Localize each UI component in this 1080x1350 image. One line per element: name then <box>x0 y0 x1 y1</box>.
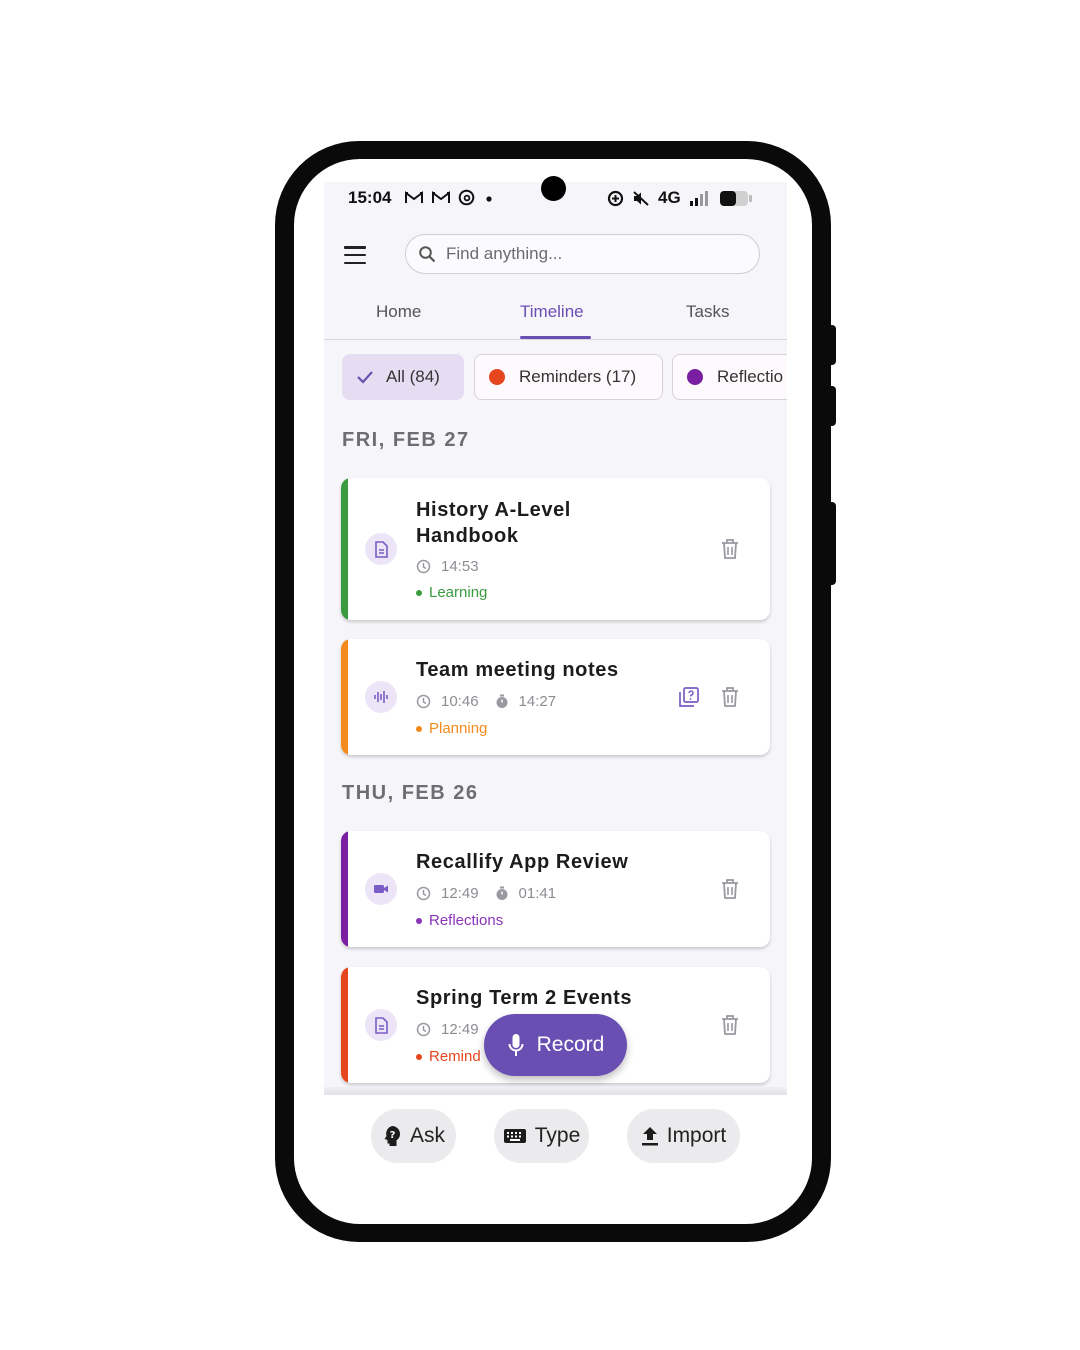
gmail-icon <box>432 191 450 203</box>
entry-duration: 14:27 <box>518 693 557 710</box>
list-bottom-edge <box>324 1087 787 1095</box>
category-accent-bar <box>341 478 348 620</box>
battery-icon <box>719 190 752 206</box>
video-camera-icon <box>365 873 397 905</box>
filter-chip-reflections[interactable]: Reflectio <box>672 354 787 400</box>
keyboard-icon <box>503 1128 527 1144</box>
entry-meta: 10:46 14:27 <box>416 693 556 710</box>
entry-category-tag: Planning <box>416 720 487 737</box>
upload-icon <box>641 1126 659 1146</box>
entry-meta: 14:53 <box>416 558 479 575</box>
entry-category-tag: Remind <box>416 1048 481 1065</box>
svg-text:?: ? <box>390 1130 396 1141</box>
menu-icon[interactable] <box>344 246 366 264</box>
date-heading: THU, FEB 26 <box>342 782 479 804</box>
network-type-label: 4G <box>658 188 681 207</box>
tab-home[interactable]: Home <box>376 302 421 322</box>
filter-chip-all[interactable]: All (84) <box>342 354 464 400</box>
ask-icon: ? <box>382 1125 402 1147</box>
check-icon <box>357 371 373 384</box>
tab-timeline[interactable]: Timeline <box>520 302 584 322</box>
entry-duration: 01:41 <box>518 885 557 902</box>
tab-tasks[interactable]: Tasks <box>686 302 729 322</box>
filter-chip-label: Reminders (17) <box>519 367 637 386</box>
app-content: 15:04 4G Home Timeline Tasks <box>324 182 787 1095</box>
filter-chip-label: All (84) <box>386 367 440 386</box>
entry-title: History A-Level Handbook <box>416 499 571 547</box>
audio-waveform-icon <box>365 681 397 713</box>
document-icon <box>365 533 397 565</box>
entry-time: 12:49 <box>441 1021 479 1038</box>
entry-title: Spring Term 2 Events <box>416 987 633 1009</box>
status-left-icons <box>404 189 496 206</box>
clock-icon <box>416 559 431 574</box>
category-accent-bar <box>341 639 348 755</box>
tab-bar: Home Timeline Tasks <box>324 290 787 340</box>
entry-title: Recallify App Review <box>416 851 629 873</box>
power-button <box>827 502 836 585</box>
gmail-icon <box>405 191 423 203</box>
active-tab-indicator <box>520 336 591 339</box>
delete-icon[interactable] <box>719 685 741 709</box>
record-button-label: Record <box>536 1033 605 1056</box>
timer-icon <box>495 694 509 709</box>
reflections-color-dot <box>687 369 703 385</box>
data-saver-icon <box>607 190 624 206</box>
timeline-entry-card[interactable]: Recallify App Review 12:49 01:41 Reflect… <box>341 831 770 947</box>
clock-icon <box>416 886 431 901</box>
volume-down-button <box>827 386 836 426</box>
status-time: 15:04 <box>348 188 392 207</box>
entry-title: Team meeting notes <box>416 659 619 681</box>
quiz-icon[interactable] <box>678 686 700 708</box>
record-button[interactable]: Record <box>484 1014 627 1076</box>
entry-time: 12:49 <box>441 885 479 902</box>
status-right-icons: 4G <box>607 188 753 208</box>
search-bar[interactable] <box>405 234 760 274</box>
clock-icon <box>416 694 431 709</box>
delete-icon[interactable] <box>719 1013 741 1037</box>
search-input[interactable] <box>446 244 736 264</box>
reminders-color-dot <box>489 369 505 385</box>
date-heading: FRI, FEB 27 <box>342 429 470 451</box>
category-accent-bar <box>341 967 348 1083</box>
type-button[interactable]: Type <box>494 1109 589 1163</box>
type-button-label: Type <box>534 1124 581 1147</box>
ask-button-label: Ask <box>409 1124 445 1147</box>
front-camera <box>541 176 566 201</box>
delete-icon[interactable] <box>719 537 741 561</box>
ask-button[interactable]: ? Ask <box>371 1109 456 1163</box>
entry-category-tag: Learning <box>416 584 487 601</box>
filter-chip-label: Reflectio <box>717 367 784 386</box>
clock-icon <box>416 1022 431 1037</box>
timeline-entry-card[interactable]: History A-Level Handbook 14:53 Learning <box>341 478 770 620</box>
timeline-entry-card[interactable]: Team meeting notes 10:46 14:27 Planning <box>341 639 770 755</box>
import-button[interactable]: Import <box>627 1109 740 1163</box>
volume-up-button <box>827 325 836 365</box>
threads-icon <box>458 189 475 206</box>
microphone-icon <box>507 1033 525 1057</box>
signal-icon <box>689 190 708 206</box>
entry-time: 10:46 <box>441 693 479 710</box>
document-icon <box>365 1009 397 1041</box>
mute-icon <box>633 190 649 206</box>
category-accent-bar <box>341 831 348 947</box>
entry-meta: 12:49 <box>416 1021 479 1038</box>
notification-dot-icon <box>486 195 492 202</box>
import-button-label: Import <box>666 1124 727 1147</box>
delete-icon[interactable] <box>719 877 741 901</box>
entry-category-tag: Reflections <box>416 912 503 929</box>
search-icon <box>419 246 436 263</box>
filter-chip-reminders[interactable]: Reminders (17) <box>474 354 663 400</box>
entry-time: 14:53 <box>441 558 479 575</box>
timer-icon <box>495 886 509 901</box>
entry-meta: 12:49 01:41 <box>416 885 556 902</box>
